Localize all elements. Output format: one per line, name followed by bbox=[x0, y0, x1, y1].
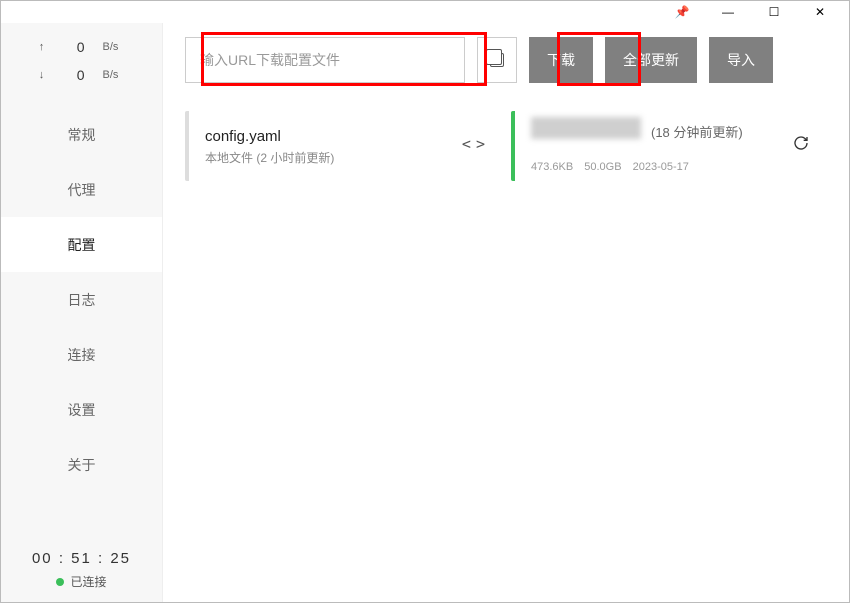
nav: 常规 代理 配置 日志 连接 设置 关于 bbox=[1, 107, 162, 492]
config-card-remote[interactable]: (18 分钟前更新) 473.6KB 50.0GB 2023-05-17 bbox=[511, 111, 821, 181]
nav-settings[interactable]: 设置 bbox=[1, 382, 162, 437]
url-input[interactable] bbox=[185, 37, 465, 83]
upload-speed-unit: B/s bbox=[103, 41, 127, 53]
refresh-icon bbox=[793, 135, 809, 151]
nav-general[interactable]: 常规 bbox=[1, 107, 162, 162]
download-arrow-icon: ↓ bbox=[37, 69, 47, 81]
config-card-title: config.yaml bbox=[205, 128, 281, 145]
close-button[interactable]: ✕ bbox=[797, 1, 843, 23]
import-button[interactable]: 导入 bbox=[709, 37, 773, 83]
config-size: 473.6KB bbox=[531, 161, 573, 173]
paste-button[interactable] bbox=[477, 37, 517, 83]
nav-about[interactable]: 关于 bbox=[1, 437, 162, 492]
update-all-button[interactable]: 全部更新 bbox=[605, 37, 697, 83]
download-speed-unit: B/s bbox=[103, 69, 127, 81]
config-card-subtitle: 本地文件 (2 小时前更新) bbox=[205, 149, 481, 166]
refresh-config-button[interactable] bbox=[793, 135, 809, 156]
speed-indicator: ↑ 0 B/s ↓ 0 B/s bbox=[1, 23, 162, 93]
download-button[interactable]: 下载 bbox=[529, 37, 593, 83]
clipboard-icon bbox=[490, 53, 504, 67]
config-date: 2023-05-17 bbox=[633, 161, 689, 173]
config-quota: 50.0GB bbox=[584, 161, 621, 173]
nav-connections[interactable]: 连接 bbox=[1, 327, 162, 382]
config-card-local[interactable]: config.yaml 本地文件 (2 小时前更新) < > bbox=[185, 111, 495, 181]
edit-config-icon[interactable]: < > bbox=[462, 135, 483, 153]
connection-status: 已连接 bbox=[1, 573, 162, 590]
pin-button[interactable]: 📌 bbox=[659, 1, 705, 23]
redacted-name bbox=[531, 117, 641, 139]
download-speed-value: 0 bbox=[65, 67, 85, 83]
upload-speed-value: 0 bbox=[65, 39, 85, 55]
nav-config[interactable]: 配置 bbox=[1, 217, 162, 272]
config-card-list: config.yaml 本地文件 (2 小时前更新) < > (18 分钟前更新… bbox=[185, 111, 833, 181]
nav-logs[interactable]: 日志 bbox=[1, 272, 162, 327]
config-card-updated: (18 分钟前更新) bbox=[651, 122, 807, 141]
main-panel: 下载 全部更新 导入 config.yaml 本地文件 (2 小时前更新) < … bbox=[163, 23, 849, 602]
nav-proxy[interactable]: 代理 bbox=[1, 162, 162, 217]
maximize-button[interactable]: ☐ bbox=[751, 1, 797, 23]
status-dot-icon bbox=[56, 578, 64, 586]
sidebar: ↑ 0 B/s ↓ 0 B/s 常规 代理 配置 日志 连接 设置 关于 bbox=[1, 23, 163, 602]
status-bar: 00 : 51 : 25 已连接 bbox=[1, 550, 162, 590]
uptime-timer: 00 : 51 : 25 bbox=[1, 550, 162, 567]
config-toolbar: 下载 全部更新 导入 bbox=[185, 37, 833, 83]
config-card-meta: 473.6KB 50.0GB 2023-05-17 bbox=[531, 161, 807, 173]
upload-arrow-icon: ↑ bbox=[37, 41, 47, 53]
connection-status-label: 已连接 bbox=[70, 573, 106, 590]
pin-icon: 📌 bbox=[675, 5, 690, 19]
minimize-button[interactable]: — bbox=[705, 1, 751, 23]
titlebar: 📌 — ☐ ✕ bbox=[1, 1, 849, 23]
